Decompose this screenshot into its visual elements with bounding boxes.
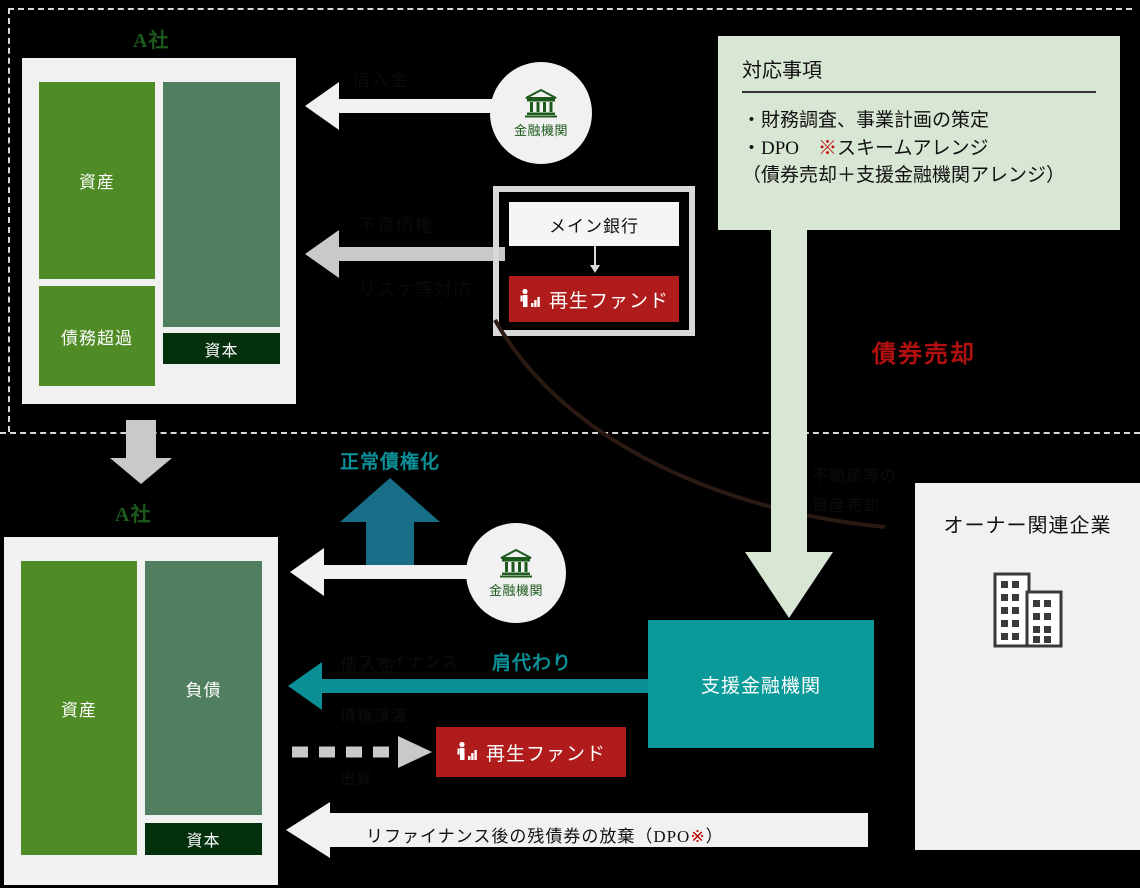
section-transition-arrow xyxy=(110,420,172,484)
owner-related-company-panel: オーナー関連企業 xyxy=(915,483,1140,850)
dpo-band-mark: ※ xyxy=(690,827,706,846)
task-item-0: ・財務調査、事業計画の策定 xyxy=(742,110,990,131)
bottom-company-label: A社 xyxy=(115,504,152,526)
bottom-bs-liability-label: 負債 xyxy=(185,680,222,700)
bottom-fund-box[interactable]: 再生ファンド xyxy=(436,727,626,777)
dpo-band-label: リファイナンス後の残債券の放棄（DPO※） xyxy=(366,822,724,847)
owner-panel-title: オーナー関連企業 xyxy=(943,515,1112,537)
sale-flow-label-lower: 資産売却 xyxy=(812,498,881,515)
top-bank-circle: 金融機関 xyxy=(490,62,592,164)
top-bs-excess-debt-label: 債務超過 xyxy=(61,328,133,348)
task-to-support-arrow xyxy=(745,230,833,618)
top-bs-equity-label: 資本 xyxy=(204,342,239,360)
task-item-1: ・DPO ※スキームアレンジ xyxy=(742,137,989,159)
arrow-loan-bottom xyxy=(290,548,475,596)
dpo-band-text-main: リファイナンス後の残債券の放棄（DPO xyxy=(366,827,691,846)
top-bs-excess-debt: 債務超過 xyxy=(39,286,155,386)
bottom-bs-equity-label: 資本 xyxy=(186,833,221,850)
bottom-balance-sheet: 資産 負債 資本 xyxy=(4,537,278,885)
bottom-bs-asset-label: 資産 xyxy=(61,700,97,720)
down-arrow-icon xyxy=(590,246,600,273)
main-bank-label: メイン銀行 xyxy=(549,216,639,236)
support-bank-box[interactable]: 支援金融機関 xyxy=(648,620,874,748)
top-bs-asset-label: 資産 xyxy=(79,173,115,192)
top-bs-equity: 資本 xyxy=(163,333,280,364)
bank-icon xyxy=(525,88,557,117)
building-icon xyxy=(993,572,1062,648)
task-item-mark: ※ xyxy=(818,137,838,159)
sale-flow-label-upper: 不動産等の xyxy=(812,468,898,485)
top-fund-label: 再生ファンド xyxy=(548,290,669,312)
top-bank-circle-caption: 金融機関 xyxy=(513,122,568,138)
task-item-2: （債券売却＋支援金融機関アレンジ） xyxy=(742,165,1066,187)
support-bank-label: 支援金融機関 xyxy=(700,675,821,697)
task-panel-divider xyxy=(742,91,1096,93)
top-bs-asset: 資産 xyxy=(39,82,155,279)
task-panel-title: 対応事項 xyxy=(742,60,822,82)
bottom-bs-liability: 負債 xyxy=(145,561,262,815)
top-bs-liability xyxy=(163,82,280,327)
person-chart-icon xyxy=(457,741,477,760)
main-bank-group: メイン銀行 再生ファンド xyxy=(493,186,695,336)
arrow-bad-debt xyxy=(305,230,505,278)
arrow-investment xyxy=(292,736,432,768)
person-chart-icon xyxy=(520,288,540,307)
bottom-bank-circle: 金融機関 xyxy=(466,523,566,623)
normalization-label: 正常債権化 xyxy=(340,452,441,473)
arrow-loan-top xyxy=(305,82,495,130)
dashed-border-left xyxy=(8,8,10,432)
main-bank-box[interactable]: メイン銀行 xyxy=(509,202,679,246)
refinance-label-lower: 債権譲渡 xyxy=(340,708,409,725)
diagram-canvas: A社 資産 債務超過 資本 借入金 金融機関 不良債権 リスケ等対応 メイン銀行… xyxy=(0,0,1140,888)
bottom-bs-equity: 資本 xyxy=(145,823,262,855)
task-panel: 対応事項 ・財務調査、事業計画の策定 ・DPO ※スキームアレンジ （債券売却＋… xyxy=(718,36,1120,230)
debt-sale-label: 債券売却 xyxy=(872,342,976,368)
dpo-band-text-close: ） xyxy=(705,827,724,846)
bottom-bs-asset: 資産 xyxy=(21,561,137,855)
bottom-fund-label: 再生ファンド xyxy=(485,743,606,765)
dashed-border-top xyxy=(8,8,1132,10)
top-balance-sheet: 資産 債務超過 資本 xyxy=(22,58,296,404)
top-company-label: A社 xyxy=(133,30,170,52)
bottom-bank-circle-caption: 金融機関 xyxy=(488,582,543,598)
investment-label: 出資 xyxy=(340,772,373,788)
bank-icon xyxy=(500,548,532,577)
top-mid-arrow-label-lower: リスケ等対応 xyxy=(358,280,472,300)
